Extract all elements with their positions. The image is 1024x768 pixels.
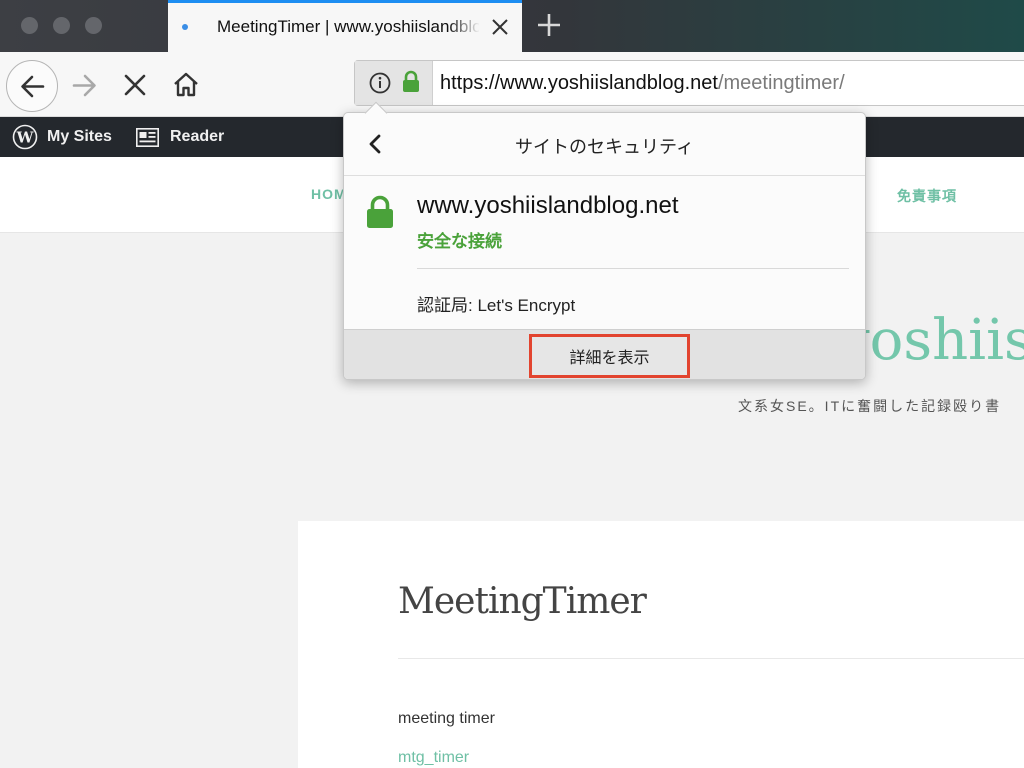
popup-title: サイトのセキュリティ	[515, 137, 694, 157]
popup-host: www.yoshiislandblog.net	[417, 192, 679, 219]
popup-header: サイトのセキュリティ	[344, 113, 865, 176]
lock-icon	[403, 70, 419, 92]
post-link[interactable]: mtg_timer	[398, 749, 469, 767]
reader-label: Reader	[170, 128, 225, 145]
tab-title: MeetingTimer | www.yoshiislandblog.net	[217, 17, 479, 36]
my-sites-link[interactable]: W My Sites	[12, 117, 112, 157]
arrow-right-icon[interactable]	[71, 72, 98, 99]
reader-link[interactable]: Reader	[136, 117, 224, 157]
info-icon	[369, 72, 391, 94]
tab-title-fade	[448, 11, 480, 47]
site-identity-button[interactable]	[355, 61, 433, 105]
lock-icon	[367, 195, 393, 228]
popup-footer: 詳細を表示	[344, 329, 865, 379]
tab-active[interactable]: MeetingTimer | www.yoshiislandblog.net	[168, 0, 522, 52]
window-minimize-control[interactable]	[53, 17, 70, 34]
svg-text:W: W	[16, 129, 35, 147]
article-card: MeetingTimer meeting timer mtg_timer	[298, 521, 1024, 768]
url-path: /meetingtimer/	[717, 72, 845, 94]
stop-icon[interactable]	[122, 72, 148, 98]
window-close-control[interactable]	[21, 17, 38, 34]
arrow-left-icon	[21, 75, 45, 98]
url-bar[interactable]: https://www.yoshiislandblog.net/meetingt…	[354, 60, 1024, 106]
title-divider	[398, 658, 1024, 659]
my-sites-label: My Sites	[47, 128, 112, 145]
reader-icon	[136, 127, 159, 147]
connection-status: 安全な接続	[417, 232, 502, 251]
wordpress-icon: W	[12, 124, 38, 150]
navigation-toolbar: https://www.yoshiislandblog.net/meetingt…	[0, 52, 1024, 117]
url-host: https://www.yoshiislandblog.net	[440, 72, 718, 94]
close-icon[interactable]	[488, 15, 512, 39]
home-icon[interactable]	[172, 71, 200, 98]
popup-divider	[417, 268, 849, 269]
menu-item-disclaimer[interactable]: 免責事項	[897, 186, 957, 206]
more-information-button[interactable]: 詳細を表示	[529, 334, 690, 378]
post-text: meeting timer	[398, 710, 495, 727]
menu-item-home[interactable]: HOM	[311, 186, 347, 202]
post-title: MeetingTimer	[398, 581, 647, 622]
tab-strip: MeetingTimer | www.yoshiislandblog.net	[0, 0, 1024, 52]
url-text: https://www.yoshiislandblog.net/meetingt…	[440, 72, 845, 95]
site-tagline: 文系女SE。ITに奮闘した記録殴り書	[738, 398, 1002, 414]
back-button[interactable]	[6, 60, 58, 112]
new-tab-plus-icon[interactable]	[536, 12, 562, 38]
window-zoom-control[interactable]	[85, 17, 102, 34]
site-security-popup: サイトのセキュリティ www.yoshiislandblog.net 安全な接続…	[343, 112, 866, 380]
tab-loading-icon	[182, 24, 188, 30]
certificate-authority: 認証局: Let's Encrypt	[417, 296, 576, 315]
